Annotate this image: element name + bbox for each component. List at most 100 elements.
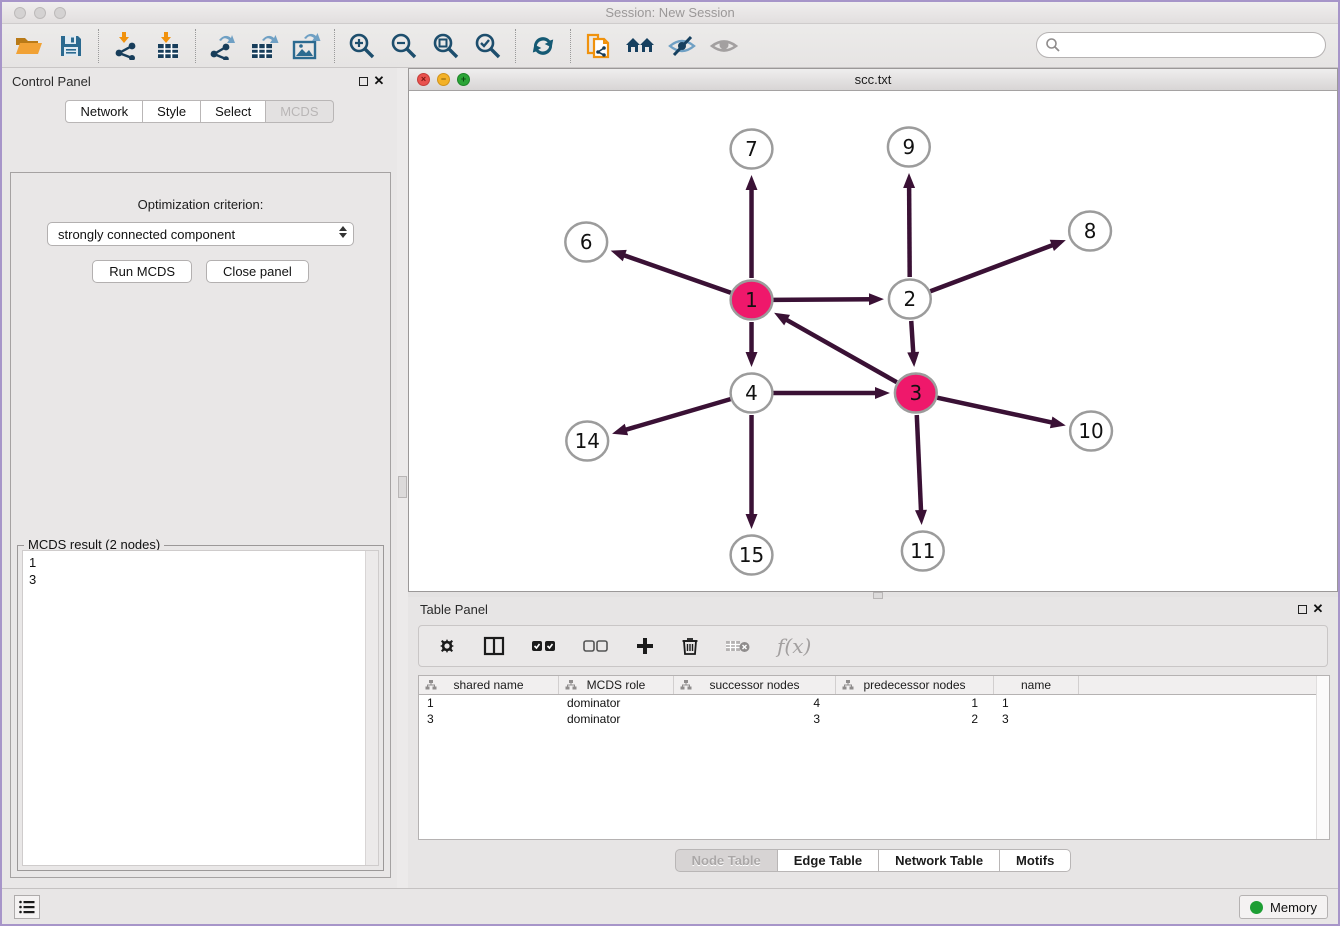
close-panel-icon[interactable]: ✕ xyxy=(371,73,387,89)
graph-arrowhead xyxy=(1050,240,1066,251)
hide-panels-button[interactable] xyxy=(661,27,703,65)
tree-icon xyxy=(565,679,577,691)
network-window-title: scc.txt xyxy=(855,72,892,87)
tab-motifs[interactable]: Motifs xyxy=(1000,849,1071,872)
zoom-fit-button[interactable] xyxy=(425,27,467,65)
graph-edge-1-2[interactable] xyxy=(773,299,873,300)
table-row[interactable]: 1dominator411 xyxy=(419,695,1329,711)
export-table-icon xyxy=(250,32,280,60)
open-session-button[interactable] xyxy=(8,27,50,65)
tab-mcds[interactable]: MCDS xyxy=(266,100,333,123)
vertical-splitter[interactable] xyxy=(397,68,408,888)
select-all-button[interactable] xyxy=(531,639,557,653)
function-builder-button[interactable]: f(x) xyxy=(777,634,811,658)
graph-edge-3-10[interactable] xyxy=(937,398,1055,424)
task-history-button[interactable] xyxy=(14,895,40,919)
home-layout-button[interactable] xyxy=(619,27,661,65)
save-session-button[interactable] xyxy=(50,27,92,65)
graph-edge-2-3[interactable] xyxy=(911,321,913,356)
refresh-button[interactable] xyxy=(522,27,564,65)
tab-style[interactable]: Style xyxy=(143,100,201,123)
search-input[interactable] xyxy=(1061,35,1325,55)
mcds-panel: Optimization criterion: strongly connect… xyxy=(10,172,391,878)
tree-icon xyxy=(842,679,854,691)
table-settings-button[interactable] xyxy=(437,636,457,656)
column-shared-name[interactable]: shared name xyxy=(419,676,559,694)
column-predecessor-nodes[interactable]: predecessor nodes xyxy=(836,676,994,694)
tab-select[interactable]: Select xyxy=(201,100,266,123)
column-successor-nodes[interactable]: successor nodes xyxy=(674,676,836,694)
maximize-network-icon[interactable]: + xyxy=(457,73,470,86)
zoom-in-icon xyxy=(348,32,376,60)
graph-edge-1-6[interactable] xyxy=(621,254,731,293)
graph-arrowhead xyxy=(907,352,919,367)
graph-edge-3-1[interactable] xyxy=(784,318,897,382)
horizontal-splitter-grip[interactable] xyxy=(873,592,883,599)
minimize-network-icon[interactable]: − xyxy=(437,73,450,86)
close-network-icon[interactable]: × xyxy=(417,73,430,86)
result-scrollbar[interactable] xyxy=(365,551,378,865)
split-columns-button[interactable] xyxy=(483,636,505,656)
search-icon xyxy=(1045,37,1061,53)
tree-icon xyxy=(680,679,692,691)
graph-arrowhead xyxy=(915,510,927,525)
close-table-panel-icon[interactable]: ✕ xyxy=(1310,601,1326,617)
tab-edge-table[interactable]: Edge Table xyxy=(778,849,879,872)
close-window-icon[interactable] xyxy=(14,7,26,19)
table-cell: 3 xyxy=(419,711,559,727)
toolbar-separator xyxy=(98,29,99,63)
delete-row-button[interactable] xyxy=(681,636,699,656)
graph-node-label: 10 xyxy=(1078,419,1103,443)
table-row[interactable]: 3dominator323 xyxy=(419,711,1329,727)
float-table-panel-icon[interactable] xyxy=(1294,601,1310,617)
delete-table-button[interactable] xyxy=(725,638,751,654)
tab-network-table[interactable]: Network Table xyxy=(879,849,1000,872)
float-panel-icon[interactable] xyxy=(355,73,371,89)
graph-edge-2-8[interactable] xyxy=(930,244,1055,291)
table-cell: dominator xyxy=(559,695,674,711)
graph-edge-3-11[interactable] xyxy=(917,415,921,514)
column-mcds-role[interactable]: MCDS role xyxy=(559,676,674,694)
table-toolbar: f(x) xyxy=(418,625,1328,667)
run-mcds-button[interactable]: Run MCDS xyxy=(92,260,192,283)
tab-node-table[interactable]: Node Table xyxy=(675,849,778,872)
table-scrollbar[interactable] xyxy=(1316,676,1329,839)
export-network-button[interactable] xyxy=(202,27,244,65)
table-cell: 3 xyxy=(994,711,1079,727)
list-icon xyxy=(18,899,36,915)
memory-button[interactable]: Memory xyxy=(1239,895,1328,919)
close-panel-button[interactable]: Close panel xyxy=(206,260,309,283)
zoom-selected-button[interactable] xyxy=(467,27,509,65)
table-cell: 1 xyxy=(836,695,994,711)
plus-icon xyxy=(635,636,655,656)
memory-label: Memory xyxy=(1270,900,1317,915)
export-table-button[interactable] xyxy=(244,27,286,65)
refresh-icon xyxy=(529,32,557,60)
graph-node-label: 4 xyxy=(745,381,758,405)
toolbar-separator xyxy=(334,29,335,63)
save-icon xyxy=(59,34,83,58)
graph-node-label: 2 xyxy=(904,287,917,311)
splitter-grip[interactable] xyxy=(398,476,407,498)
import-table-button[interactable] xyxy=(147,27,189,65)
column-name[interactable]: name xyxy=(994,676,1079,694)
import-table-icon xyxy=(155,32,181,60)
graph-edge-4-14[interactable] xyxy=(623,399,731,431)
mcds-result-line: 3 xyxy=(29,571,372,588)
deselect-all-button[interactable] xyxy=(583,639,609,653)
zoom-in-button[interactable] xyxy=(341,27,383,65)
zoom-out-button[interactable] xyxy=(383,27,425,65)
graph-node-label: 7 xyxy=(745,137,758,161)
maximize-window-icon[interactable] xyxy=(54,7,66,19)
network-canvas[interactable]: 7968124314101511 xyxy=(409,91,1337,591)
criterion-dropdown[interactable]: strongly connected component xyxy=(47,222,354,246)
import-network-button[interactable] xyxy=(105,27,147,65)
export-image-button[interactable] xyxy=(286,27,328,65)
tab-network[interactable]: Network xyxy=(65,100,143,123)
graph-arrowhead xyxy=(875,387,890,399)
minimize-window-icon[interactable] xyxy=(34,7,46,19)
copy-style-button[interactable] xyxy=(577,27,619,65)
add-row-button[interactable] xyxy=(635,636,655,656)
graph-edge-2-9[interactable] xyxy=(909,184,910,277)
show-panels-button[interactable] xyxy=(703,27,745,65)
